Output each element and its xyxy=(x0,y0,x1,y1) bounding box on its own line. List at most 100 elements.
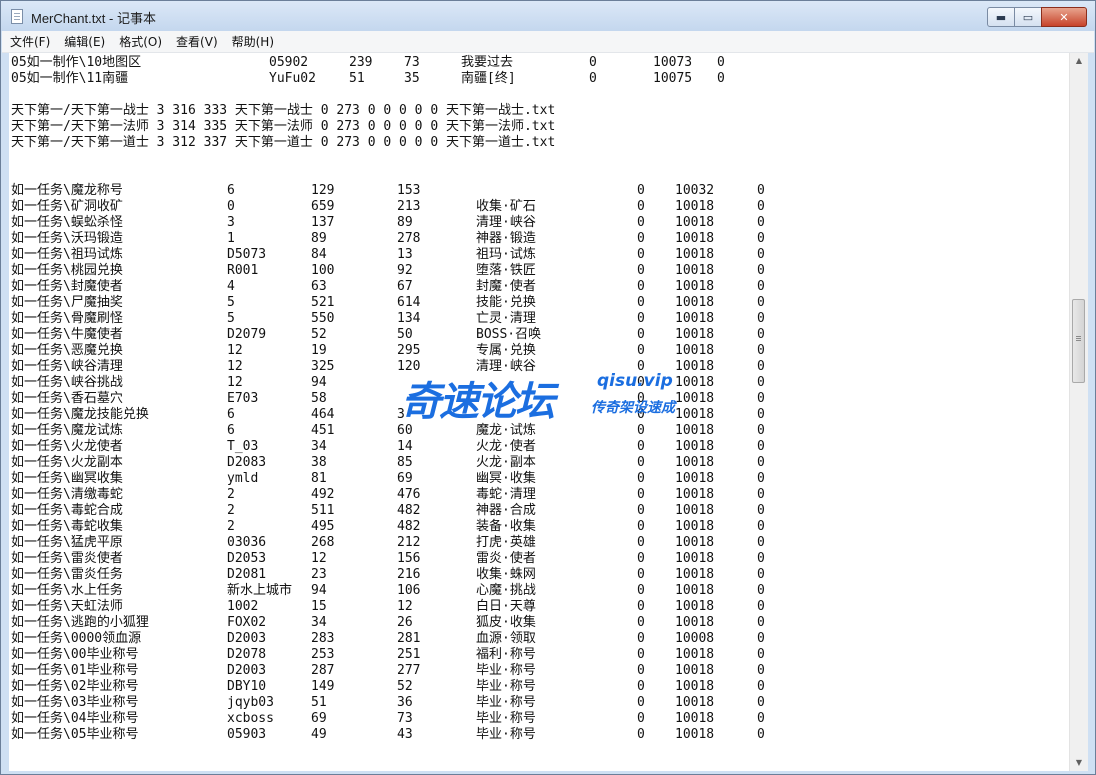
text-cell: 26 xyxy=(397,615,413,630)
text-cell: 268 xyxy=(311,535,335,550)
text-cell: 10018 xyxy=(675,647,715,662)
text-cell: 堕落·铁匠 xyxy=(476,263,536,278)
text-cell: 0 xyxy=(637,231,645,246)
watermark-sub: 传奇架设速成 xyxy=(591,400,675,416)
menu-view[interactable]: 查看(V) xyxy=(168,33,224,50)
text-cell: 0 xyxy=(757,567,765,582)
text-cell: 0 xyxy=(227,199,235,214)
text-cell: 5 xyxy=(227,311,235,326)
text-cell: YuFu02 xyxy=(269,71,316,86)
text-cell: 如一任务\峡谷挑战 xyxy=(11,375,123,390)
text-cell: 0 xyxy=(637,631,645,646)
text-cell: 216 xyxy=(397,567,421,582)
text-cell: 89 xyxy=(397,215,413,230)
menu-bar: 文件(F) 编辑(E) 格式(O) 查看(V) 帮助(H) xyxy=(2,31,1094,53)
text-cell: 10018 xyxy=(675,551,715,566)
text-cell: 如一任务\香石墓穴 xyxy=(11,391,123,406)
text-cell: 0 xyxy=(637,471,645,486)
text-cell: 0 xyxy=(757,295,765,310)
text-cell: 15 xyxy=(311,599,327,614)
text-cell: 0 xyxy=(757,279,765,294)
text-cell: 278 xyxy=(397,231,421,246)
text-cell: 482 xyxy=(397,503,421,518)
text-cell: 10018 xyxy=(675,199,715,214)
menu-edit[interactable]: 编辑(E) xyxy=(56,33,111,50)
text-cell: 如一任务\祖玛试炼 xyxy=(11,247,123,262)
maximize-button[interactable]: ▭ xyxy=(1014,7,1042,27)
text-cell: 0 xyxy=(637,583,645,598)
text-cell: 10018 xyxy=(675,727,715,742)
text-cell: 58 xyxy=(311,391,327,406)
text-cell: 0 xyxy=(637,279,645,294)
text-cell: T_03 xyxy=(227,439,259,454)
text-cell: 0 xyxy=(757,247,765,262)
text-cell: 0 xyxy=(757,231,765,246)
text-cell: 10008 xyxy=(675,631,715,646)
text-cell: 10073 xyxy=(653,55,693,70)
text-cell: D2081 xyxy=(227,567,267,582)
scroll-up-icon[interactable]: ▲ xyxy=(1070,53,1088,69)
text-cell: 63 xyxy=(311,279,327,294)
text-cell: 34 xyxy=(311,439,327,454)
text-cell: 521 xyxy=(311,295,335,310)
text-cell: 火龙·使者 xyxy=(476,439,536,454)
text-cell: 0 xyxy=(637,183,645,198)
text-cell: 6 xyxy=(227,407,235,422)
text-cell: 打虎·英雄 xyxy=(476,535,536,550)
text-cell: 482 xyxy=(397,519,421,534)
close-button[interactable]: ✕ xyxy=(1041,7,1087,27)
menu-help[interactable]: 帮助(H) xyxy=(224,33,280,50)
text-cell: 89 xyxy=(311,231,327,246)
text-cell: 新水上城市 xyxy=(227,583,293,598)
text-cell: 0 xyxy=(757,647,765,662)
title-bar[interactable]: MerChant.txt - 记事本 ▬ ▭ ✕ xyxy=(1,1,1095,31)
text-cell: 129 xyxy=(311,183,335,198)
text-cell: 0 xyxy=(637,551,645,566)
text-cell: 0 xyxy=(757,519,765,534)
text-cell: 雷炎·使者 xyxy=(476,551,536,566)
menu-format[interactable]: 格式(O) xyxy=(111,33,168,50)
text-cell: 10018 xyxy=(675,423,715,438)
text-cell: 10018 xyxy=(675,487,715,502)
text-cell: 100 xyxy=(311,263,335,278)
text-cell: 550 xyxy=(311,311,335,326)
text-cell: 专属·兑换 xyxy=(476,343,536,358)
vertical-scrollbar[interactable]: ▲ ▼ xyxy=(1069,53,1088,771)
text-cell: 0 xyxy=(757,535,765,550)
text-cell: 如一任务\蜈蚣杀怪 xyxy=(11,215,123,230)
text-cell: 毒蛇·清理 xyxy=(476,487,536,502)
text-cell: 12 xyxy=(311,551,327,566)
text-cell: 0 xyxy=(757,679,765,694)
text-cell: 清理·峡谷 xyxy=(476,215,536,230)
text-cell: 0 xyxy=(757,503,765,518)
text-cell: 0 xyxy=(637,311,645,326)
text-cell: 0 xyxy=(637,215,645,230)
text-cell: 0 xyxy=(757,711,765,726)
text-cell: 253 xyxy=(311,647,335,662)
text-cell: 277 xyxy=(397,663,421,678)
text-cell: 毕业·称号 xyxy=(476,695,536,710)
minimize-button[interactable]: ▬ xyxy=(987,7,1015,27)
text-cell: 10018 xyxy=(675,695,715,710)
text-cell: 05902 xyxy=(269,55,309,70)
text-cell: 69 xyxy=(397,471,413,486)
text-cell: 476 xyxy=(397,487,421,502)
text-cell: 如一任务\魔龙技能兑换 xyxy=(11,407,149,422)
text-cell: 19 xyxy=(311,343,327,358)
text-cell: 10018 xyxy=(675,583,715,598)
text-cell: 84 xyxy=(311,247,327,262)
text-cell: 239 xyxy=(349,55,373,70)
watermark-logo: 奇速论坛 qisu.vip 传奇架设速成 xyxy=(401,369,701,425)
text-cell: 如一任务\01毕业称号 xyxy=(11,663,139,678)
text-cell: 毕业·称号 xyxy=(476,711,536,726)
text-cell: 10018 xyxy=(675,535,715,550)
text-cell: 10032 xyxy=(675,183,715,198)
text-cell: DBY10 xyxy=(227,679,267,694)
scroll-down-icon[interactable]: ▼ xyxy=(1070,755,1088,771)
text-cell: 狐皮·收集 xyxy=(476,615,536,630)
text-cell: 0 xyxy=(757,215,765,230)
text-cell: 0 xyxy=(757,727,765,742)
scroll-thumb[interactable] xyxy=(1072,299,1085,383)
text-cell: 6 xyxy=(227,183,235,198)
menu-file[interactable]: 文件(F) xyxy=(2,33,56,50)
